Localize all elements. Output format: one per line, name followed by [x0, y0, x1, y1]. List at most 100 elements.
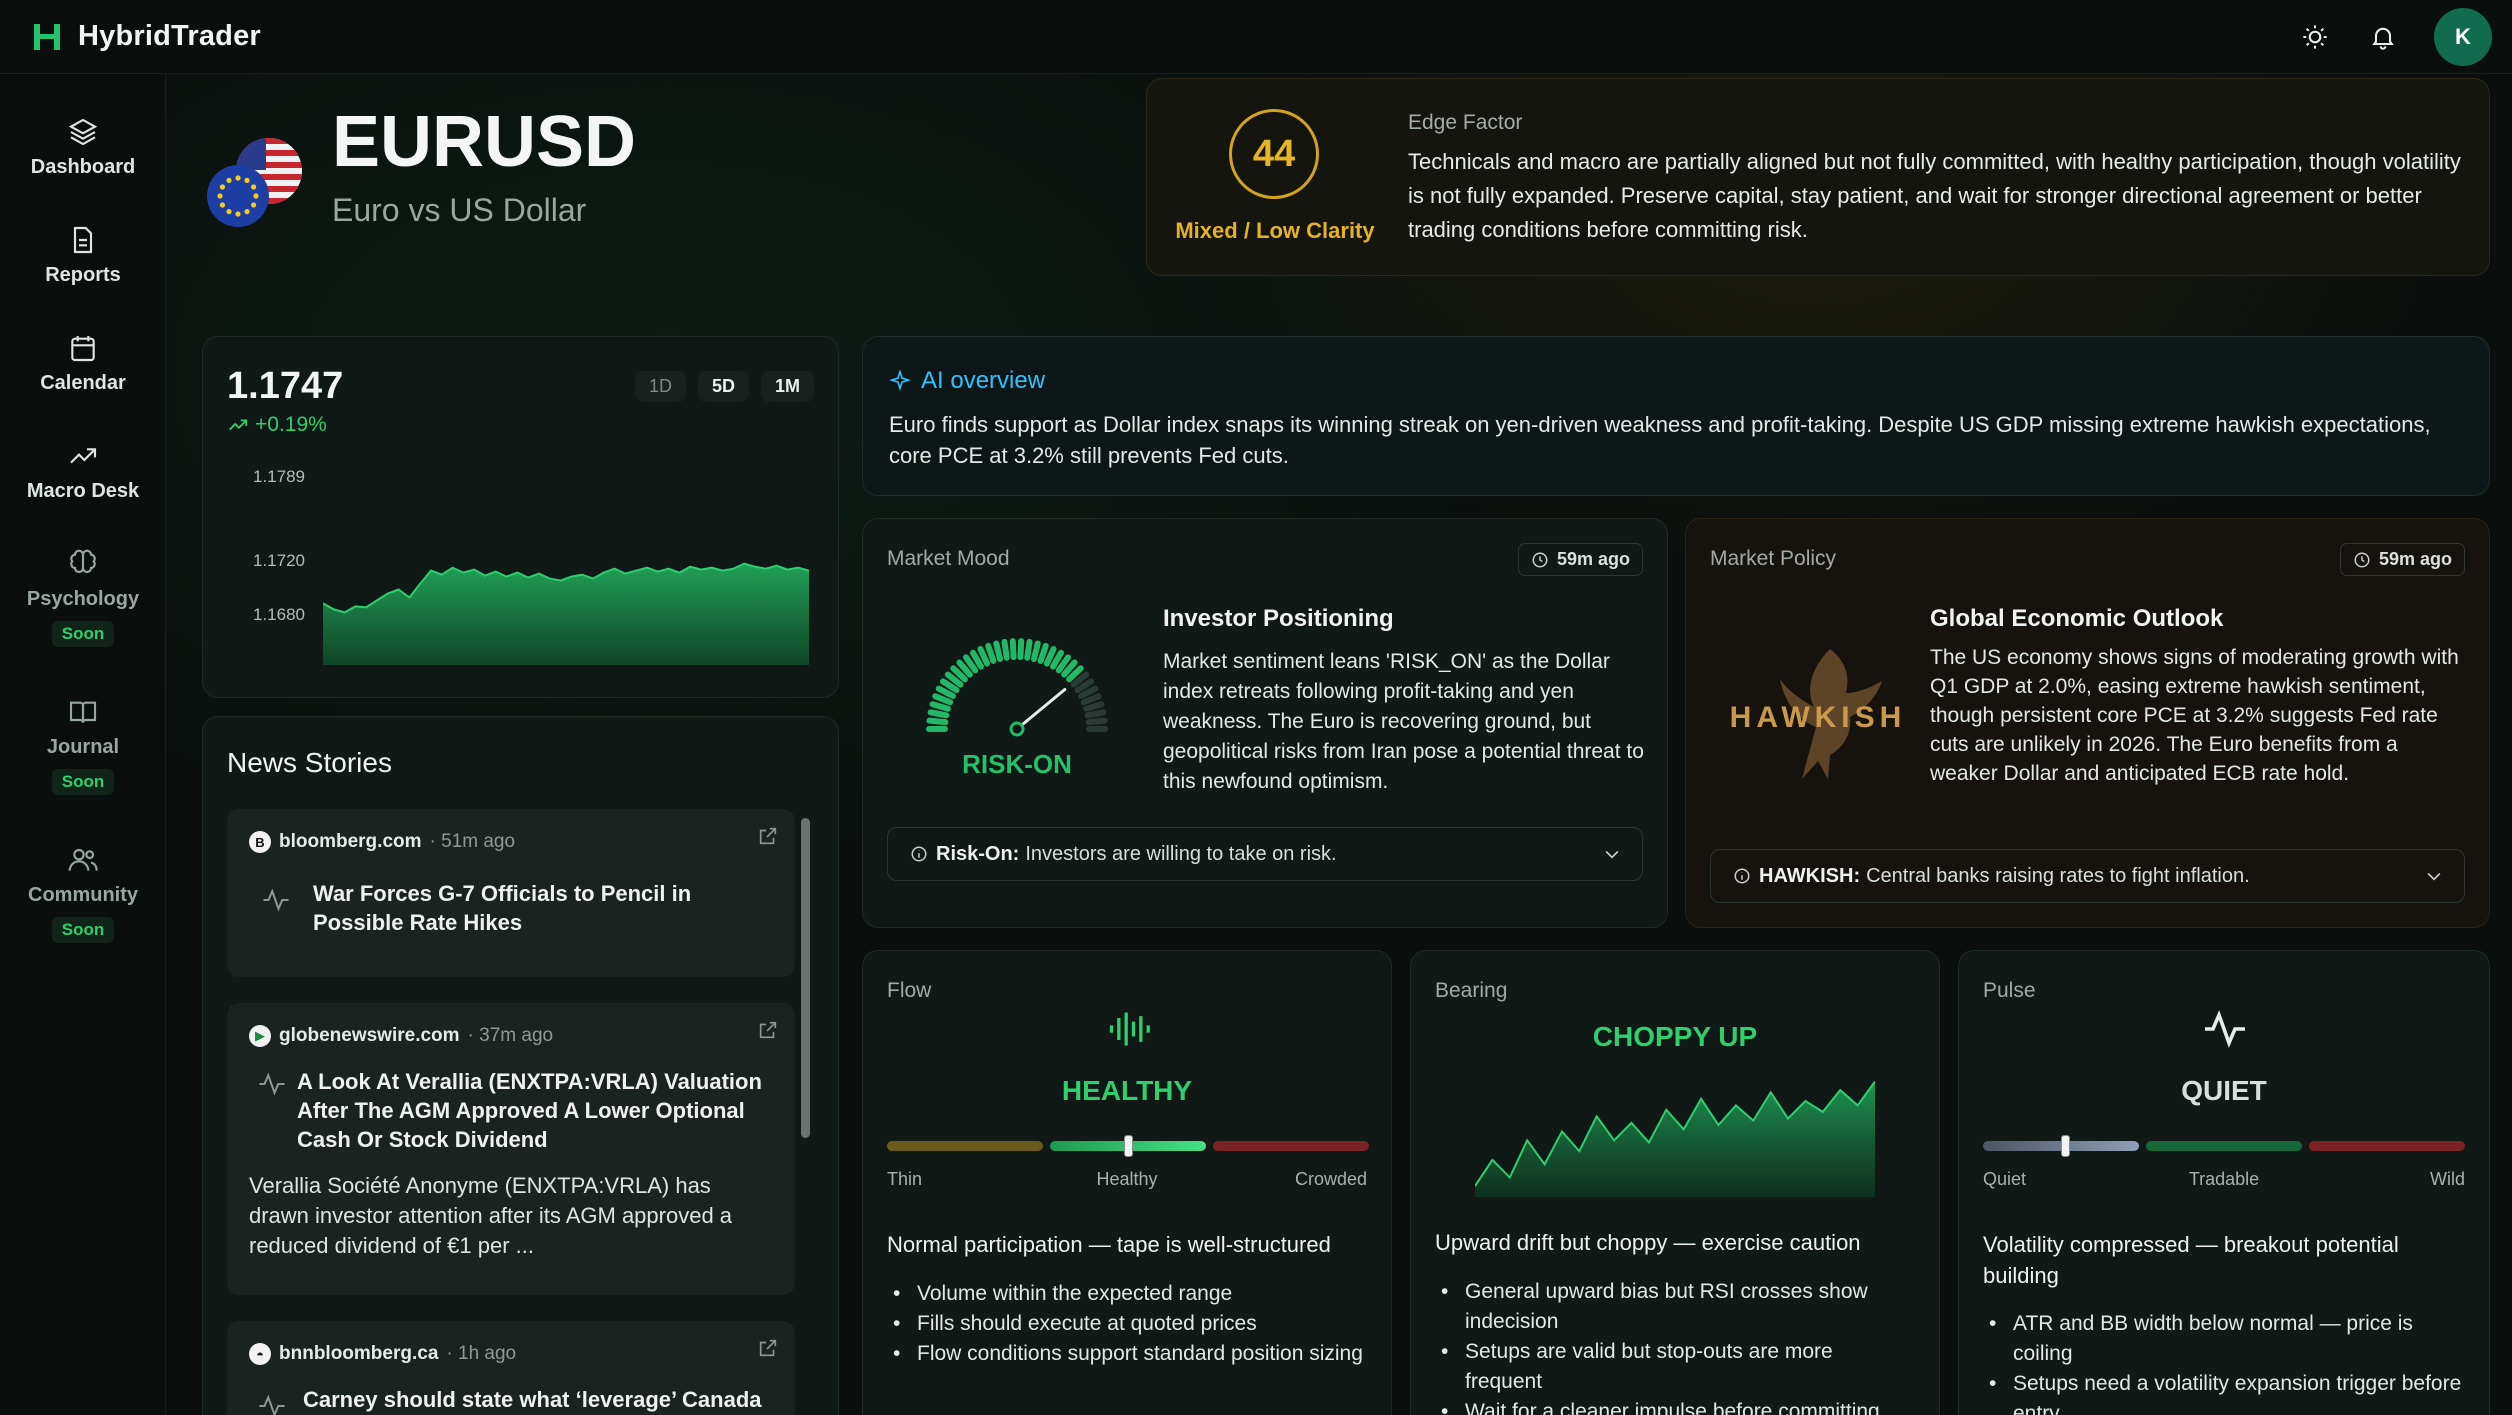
- gauge-tick: [1084, 709, 1107, 719]
- bearing-card: Bearing CHOPPY UP Upward drift but chopp…: [1410, 950, 1940, 1415]
- news-time-value: 51m ago: [441, 831, 516, 852]
- flow-bullet: Flow conditions support standard positio…: [887, 1339, 1367, 1369]
- news-headline[interactable]: Carney should state what ‘leverage’ Cana…: [303, 1385, 762, 1414]
- y-tick: 1.1720: [253, 551, 305, 570]
- gauge-tick: [1017, 638, 1025, 661]
- brand[interactable]: HybridTrader: [30, 20, 261, 54]
- chevron-down-icon: [1605, 850, 1619, 859]
- pulse-bullets: ATR and BB width below normal — price is…: [1983, 1309, 2463, 1415]
- sidebar-item-label: Calendar: [40, 372, 126, 394]
- calendar-icon: [71, 336, 95, 362]
- news-time-value: 1h ago: [458, 1343, 517, 1364]
- pair-header: EURUSD Euro vs US Dollar: [206, 106, 636, 229]
- external-link-icon[interactable]: [757, 1019, 779, 1041]
- trend-up-icon: [229, 419, 248, 431]
- updated-time-chip: 59m ago: [2339, 543, 2465, 576]
- news-source: bnnbloomberg.ca: [279, 1343, 439, 1364]
- notifications-button[interactable]: [2366, 20, 2400, 54]
- sidebar-item-label: Psychology: [26, 588, 140, 610]
- ai-overview-text: Euro finds support as Dollar index snaps…: [889, 412, 2431, 468]
- flow-scale-label: Crowded: [1294, 1169, 1367, 1189]
- y-tick: 1.1680: [253, 605, 305, 624]
- updated-time: 59m ago: [1556, 549, 1630, 569]
- sidebar: Dashboard Reports Calendar Macro Desk Ps…: [0, 74, 166, 1415]
- hawkish-info-dropdown[interactable]: HAWKISH: Central banks raising rates to …: [1710, 849, 2465, 903]
- edge-score: 44: [1229, 109, 1319, 199]
- market-policy-label: Market Policy: [1710, 547, 1837, 570]
- activity-icon: [259, 1072, 285, 1096]
- users-icon: [68, 848, 98, 871]
- pulse-summary: Volatility compressed — breakout potenti…: [1983, 1232, 2399, 1288]
- pulse-bar-tradable: [2146, 1141, 2302, 1151]
- audio-wave-icon: [1109, 1012, 1150, 1046]
- global-outlook-text: The US economy shows signs of moderating…: [1930, 646, 2459, 785]
- sidebar-item-reports[interactable]: Reports: [0, 224, 166, 287]
- theme-toggle-button[interactable]: [2298, 20, 2332, 54]
- external-link-icon[interactable]: [757, 1337, 779, 1359]
- flow-bullet: Fills should execute at quoted prices: [887, 1309, 1367, 1339]
- news-headline-line: A Look At Verallia (ENXTPA:VRLA) Valuati…: [297, 1069, 762, 1094]
- range-tabs: 1D 5D 1M: [634, 371, 814, 402]
- news-time: · 1h ago: [446, 1343, 517, 1364]
- sidebar-item-dashboard[interactable]: Dashboard: [0, 116, 166, 179]
- news-meta: B bloomberg.com · 51m ago: [249, 831, 515, 853]
- range-tab-1d[interactable]: 1D: [634, 371, 686, 402]
- currency-flags: [206, 116, 310, 227]
- risk-on-info-dropdown[interactable]: Risk-On: Investors are willing to take o…: [887, 827, 1643, 881]
- news-item[interactable]: ▶ globenewswire.com · 37m ago A Look At …: [227, 1003, 795, 1295]
- sidebar-item-macro-desk[interactable]: Macro Desk: [0, 440, 166, 503]
- edge-title: Edge Factor: [1408, 111, 1523, 134]
- flow-card: Flow HEALTHY Thin Healthy Crowded Normal…: [862, 950, 1392, 1415]
- bearing-bullet: General upward bias but RSI crosses show…: [1435, 1277, 1915, 1337]
- risk-gauge: [926, 638, 1108, 737]
- gauge-tick: [1030, 640, 1041, 663]
- bearing-sparkline: [1475, 1080, 1875, 1197]
- ai-overview-title: AI overview: [889, 367, 1045, 395]
- trend-up-icon: [70, 448, 97, 464]
- sidebar-item-calendar[interactable]: Calendar: [0, 332, 166, 395]
- news-item[interactable]: B bloomberg.com · 51m ago War Forces G-7…: [227, 809, 795, 977]
- range-tab-5d[interactable]: 5D: [697, 371, 749, 402]
- pulse-scale-label: Tradable: [2188, 1169, 2260, 1189]
- info-icon: [1734, 868, 1750, 884]
- activity-icon: [2205, 1010, 2245, 1048]
- brain-icon: [70, 549, 96, 574]
- news-meta: ▶ globenewswire.com · 37m ago: [249, 1025, 553, 1047]
- bloomberg-source-icon: B: [249, 831, 271, 853]
- gauge-tick: [1080, 693, 1102, 706]
- clock-icon: [2354, 552, 2370, 567]
- news-title: News Stories: [227, 747, 392, 778]
- gauge-tick: [932, 693, 954, 706]
- bearing-area: [1475, 1081, 1875, 1197]
- news-headline[interactable]: War Forces G-7 Officials to Pencil in Po…: [313, 879, 691, 937]
- news-time: · 37m ago: [467, 1025, 554, 1046]
- activity-icon: [263, 888, 289, 912]
- pulse-bullet: Setups need a volatility expansion trigg…: [1983, 1369, 2463, 1415]
- soon-badge: Soon: [51, 769, 115, 795]
- soon-badge: Soon: [51, 621, 115, 647]
- ai-overview-card: AI overview Euro finds support as Dollar…: [862, 336, 2490, 496]
- activity-icon: [259, 1394, 285, 1415]
- sidebar-item-label: Reports: [45, 264, 121, 286]
- external-link-icon[interactable]: [757, 825, 779, 847]
- flow-bar-crowded: [1213, 1141, 1369, 1151]
- sidebar-item-community[interactable]: Community Soon: [0, 844, 166, 943]
- range-tab-1m[interactable]: 1M: [760, 371, 814, 402]
- news-description-line: drawn investor attention after its AGM a…: [249, 1203, 733, 1228]
- news-description: Verallia Société Anonyme (ENXTPA:VRLA) h…: [249, 1171, 769, 1261]
- news-description-line: reduced dividend of €1 per ...: [249, 1233, 534, 1258]
- news-time-value: 37m ago: [479, 1025, 554, 1046]
- news-time: · 51m ago: [429, 831, 516, 852]
- bearing-summary: Upward drift but choppy — exercise cauti…: [1435, 1230, 1861, 1255]
- bearing-label: Bearing: [1435, 979, 1508, 1002]
- news-source: bloomberg.com: [279, 831, 422, 852]
- gauge-tick: [1009, 638, 1017, 661]
- sidebar-item-journal[interactable]: Journal Soon: [0, 696, 166, 795]
- user-avatar[interactable]: K: [2434, 8, 2492, 66]
- news-scrollbar[interactable]: [801, 818, 810, 1138]
- news-headline[interactable]: A Look At Verallia (ENXTPA:VRLA) Valuati…: [297, 1067, 762, 1154]
- sidebar-item-psychology[interactable]: Psychology Soon: [0, 548, 166, 647]
- flow-label: Flow: [887, 979, 932, 1002]
- flow-summary: Normal participation — tape is well-stru…: [887, 1232, 1331, 1257]
- news-item[interactable]: ◓ bnnbloomberg.ca · 1h ago Carney should…: [227, 1321, 795, 1415]
